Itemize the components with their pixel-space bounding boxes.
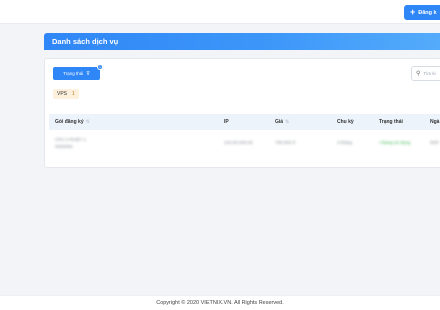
search-input[interactable]: ⚲ Tìm ki (411, 66, 440, 81)
table-row[interactable]: CPU 2-RUBY 1 0000000 103.00.000.00 700.0… (49, 133, 440, 157)
column-header-package[interactable]: Gói đăng ký ⇅ (55, 114, 90, 130)
register-button-label: Đăng k (418, 9, 437, 16)
row-price: 700.000 đ (275, 140, 296, 145)
column-header-price[interactable]: Giá ⇅ (275, 114, 289, 130)
row-package-name: CPU 2-RUBY 1 (55, 137, 86, 142)
funnel-icon: ⊽ (86, 70, 90, 77)
search-placeholder: Tìm ki (423, 71, 436, 76)
copyright-text: Copyright © 2020 VIETNIX.VN. All Rights … (156, 300, 284, 306)
column-header-ip: IP (224, 119, 229, 125)
status-filter-button[interactable]: Trạng thái ⊽ 1 (53, 64, 103, 80)
column-header-date: Ngà (430, 119, 440, 125)
plus-icon: + (410, 7, 416, 17)
service-list-header: Danh sách dịch vụ (44, 33, 440, 50)
row-date: 00/0 (430, 140, 439, 145)
top-bar: + Đăng k (0, 0, 440, 24)
page-title: Danh sách dịch vụ (52, 37, 119, 46)
sort-icon: ⇅ (85, 119, 90, 125)
service-list-card: Trạng thái ⊽ 1 ⚲ Tìm ki VPS 1 Gói đăng k… (44, 58, 440, 168)
row-status: • Đang sử dụng (379, 140, 411, 145)
vps-tag[interactable]: VPS 1 (53, 89, 79, 99)
row-ip: 103.00.000.00 (224, 140, 253, 145)
column-header-cycle: Chu kỳ (337, 119, 354, 125)
row-cycle: 3 tháng (337, 140, 353, 145)
vps-tag-count: 1 (72, 91, 75, 97)
status-filter-label: Trạng thái (63, 71, 84, 76)
row-package-id: 0000000 (55, 144, 73, 149)
vps-tag-label: VPS (57, 91, 68, 97)
filter-count-badge: 1 (97, 64, 103, 70)
sort-icon: ⇅ (285, 119, 290, 125)
register-button[interactable]: + Đăng k (404, 5, 440, 20)
search-icon: ⚲ (416, 71, 421, 77)
table-header: Gói đăng ký ⇅ IP Giá ⇅ Chu kỳ Trạng thái… (49, 114, 440, 130)
column-header-status: Trạng thái (379, 119, 403, 125)
footer: Copyright © 2020 VIETNIX.VN. All Rights … (0, 295, 440, 310)
